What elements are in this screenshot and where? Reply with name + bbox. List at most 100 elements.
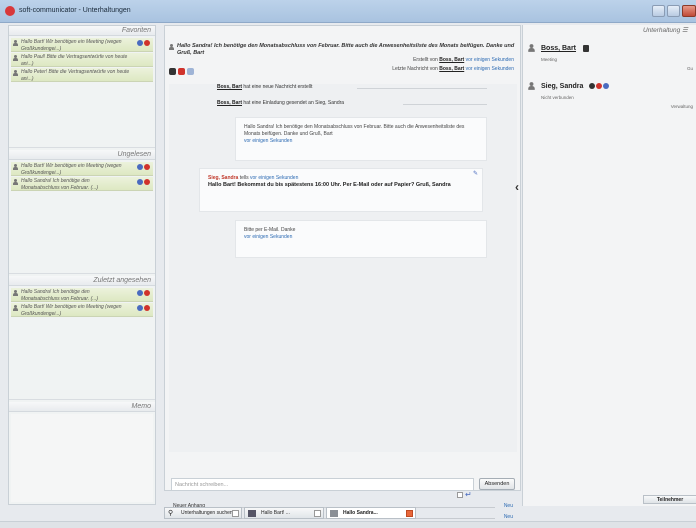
created-by-link[interactable]: Boss, Bart <box>439 57 464 63</box>
message-text: Hallo Sandra! Ich benötige den Monatsabs… <box>244 124 465 137</box>
event-user-link[interactable]: Boss, Bart <box>217 84 242 90</box>
status-badges <box>137 305 150 311</box>
close-window-button[interactable] <box>682 5 696 17</box>
tab-label: Unterhaltungen suchen <box>181 510 233 516</box>
conversation-panel: Hallo Sandra! Ich benötige den Monatsabs… <box>164 25 521 520</box>
favorite-item[interactable]: Hallo Paul! Bitte die Vertragsentwürfe v… <box>11 53 153 67</box>
person-icon <box>528 82 535 90</box>
tab-search[interactable]: ⚲ Unterhaltungen suchen <box>164 507 242 519</box>
tab-unterhaltung[interactable]: Unterhaltung ☰ <box>643 26 688 34</box>
divider <box>9 147 155 148</box>
window-title: soft-communicator - Unterhaltungen <box>19 7 131 14</box>
send-button[interactable]: Absenden <box>479 478 515 490</box>
unread-item[interactable]: Hallo Bart! Wir benötigen ein Meeting (w… <box>11 162 153 176</box>
person-icon <box>13 164 18 170</box>
unread-item-text: Hallo Bart! Wir benötigen ein Meeting (w… <box>21 163 122 176</box>
event-row: Boss, Bart hat eine Einladung gesendet a… <box>217 100 487 108</box>
status-badges <box>137 40 150 46</box>
status-icon <box>589 83 595 89</box>
message-bubble: Bitte per E-Mail. Danke vor einigen Seku… <box>235 220 487 258</box>
info-badge-icon <box>137 179 143 185</box>
participant-card[interactable]: Sieg, Sandra Nicht verbunden Verwaltung <box>523 77 696 123</box>
enter-key-icon: ↵ <box>465 490 472 499</box>
enter-send-checkbox[interactable] <box>457 492 463 498</box>
alert-badge-icon <box>144 305 150 311</box>
tab-close-button[interactable] <box>406 510 413 517</box>
event-line <box>403 104 487 105</box>
event-text: hat eine Einladung gesendet an Sieg, San… <box>243 100 345 106</box>
favorite-item-text: Hallo Paul! Bitte die Vertragsentwürfe v… <box>21 54 128 67</box>
message-infix: tells <box>239 175 249 181</box>
info-badge-icon <box>137 164 143 170</box>
status-badges <box>589 83 609 89</box>
memo-area[interactable] <box>11 414 153 502</box>
event-line <box>357 88 487 89</box>
message-input[interactable]: Nachricht schreiben... <box>171 478 474 491</box>
status-badges <box>137 290 150 296</box>
info-badge-icon <box>137 305 143 311</box>
info-badge-icon <box>137 40 143 46</box>
edit-icon[interactable]: ✎ <box>473 171 478 178</box>
participant-status: Meeting <box>541 57 558 62</box>
tab-conversation-active[interactable]: Hallo Sandra... <box>326 507 416 519</box>
info-badge-icon <box>137 290 143 296</box>
last-prefix: Letzte Nachricht von <box>392 66 438 72</box>
collapse-arrow-icon[interactable]: ‹ <box>515 180 519 194</box>
favorite-item[interactable]: Hallo Peter! Bitte die Vertragsentwürfe … <box>11 68 153 82</box>
person-icon <box>528 44 535 52</box>
person-icon <box>13 290 18 296</box>
alert-badge-icon <box>144 290 150 296</box>
conversation-icons <box>169 68 194 75</box>
person-icon <box>13 179 18 185</box>
person-icon <box>13 40 18 46</box>
message-bubble: Hallo Sandra! Ich benötige den Monatsabs… <box>235 117 487 161</box>
divider <box>9 273 155 274</box>
alert-badge-icon <box>596 83 602 89</box>
tab-close-button[interactable] <box>232 510 239 517</box>
section-header-ungelesen: Ungelesen <box>9 150 155 160</box>
participant-status: Nicht verbunden <box>541 95 574 100</box>
created-info: Erstellt von Boss, Bart vor einigen Seku… <box>413 57 514 63</box>
section-header-zuletzt: Zuletzt angesehen <box>9 276 155 286</box>
recent-item[interactable]: Hallo Sandra! Ich benötige den Monatsabs… <box>11 288 153 302</box>
minimize-button[interactable] <box>652 5 665 17</box>
search-icon: ⚲ <box>168 510 174 517</box>
favorite-item[interactable]: Hallo Bart! Wir benötigen ein Meeting (w… <box>11 38 153 52</box>
last-time: vor einigen Sekunden <box>465 66 514 72</box>
alert-icon[interactable] <box>178 68 185 75</box>
unread-item[interactable]: Hallo Sandra! Ich benötige den Monatsabs… <box>11 177 153 191</box>
conversation-icon <box>248 510 256 517</box>
person-icon <box>13 70 18 76</box>
participant-name[interactable]: Sieg, Sandra <box>541 83 583 90</box>
tab-label: Hallo Sandra... <box>343 510 378 516</box>
alert-badge-icon <box>144 179 150 185</box>
status-bar <box>0 521 696 528</box>
section-header-memo: Memo <box>9 402 155 412</box>
recent-item[interactable]: Hallo Bart! Wir benötigen ein Meeting (w… <box>11 303 153 317</box>
person-icon <box>13 55 18 61</box>
last-by-link[interactable]: Boss, Bart <box>439 66 464 72</box>
person-icon <box>169 44 174 50</box>
message-time: vor einigen Sekunden <box>249 175 299 181</box>
participant-extra: Verwaltung <box>670 104 693 109</box>
maximize-button[interactable] <box>667 5 680 17</box>
tab-label: Hallo Bart! ... <box>261 510 290 516</box>
tab-label: Unterhaltung <box>643 27 681 34</box>
pin-icon[interactable] <box>169 68 176 75</box>
participant-name[interactable]: Boss, Bart <box>541 45 576 52</box>
tab-close-button[interactable] <box>314 510 321 517</box>
last-message-info: Letzte Nachricht von Boss, Bart vor eini… <box>392 66 514 72</box>
app-logo-icon <box>5 6 15 16</box>
info-icon[interactable] <box>187 68 194 75</box>
unread-item-text: Hallo Sandra! Ich benötige den Monatsabs… <box>21 178 99 191</box>
message-text: Bitte per E-Mail. Danke <box>244 227 296 233</box>
message-sender[interactable]: Sieg, Sandra <box>208 175 238 181</box>
tab-conversation[interactable]: Hallo Bart! ... <box>244 507 324 519</box>
tab-teilnehmer[interactable]: Teilnehmer <box>643 495 696 504</box>
event-user-link[interactable]: Boss, Bart <box>217 100 242 106</box>
alert-badge-icon <box>144 40 150 46</box>
status-icon <box>583 45 589 52</box>
message-bubble: Sieg, Sandra tells vor einigen Sekunden … <box>199 168 483 212</box>
recent-item-text: Hallo Sandra! Ich benötige den Monatsabs… <box>21 289 99 302</box>
divider <box>9 399 155 400</box>
